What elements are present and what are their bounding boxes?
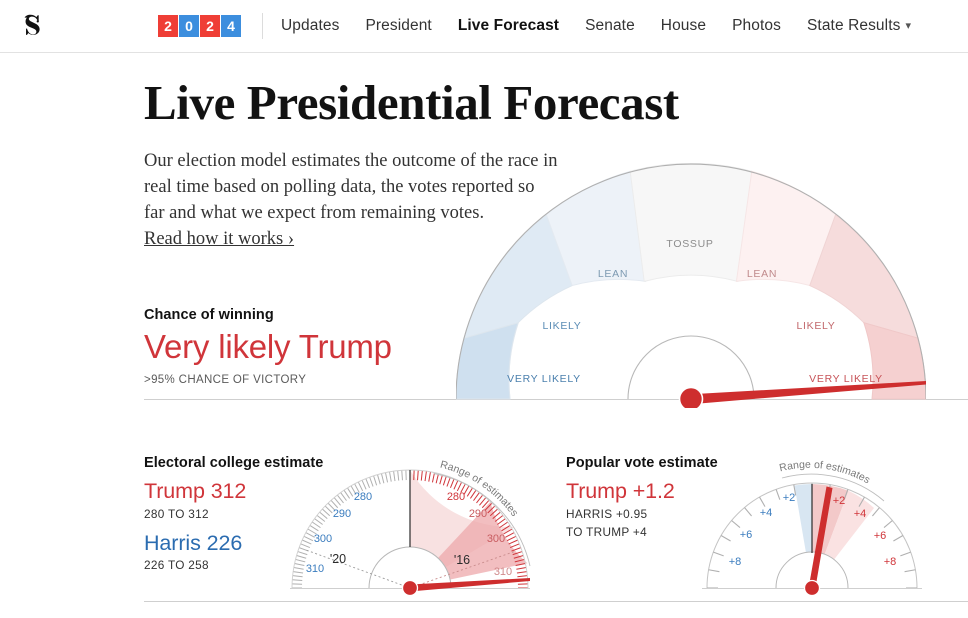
tick-mark: [292, 575, 303, 578]
tick-mark: [309, 525, 319, 532]
tick-mark: [713, 551, 724, 557]
segment-label-rep-likely: LIKELY: [796, 320, 835, 332]
chance-label: Chance of winning: [144, 307, 274, 323]
popular-vote-leader: Trump +1.2: [566, 479, 675, 503]
tick-mark: [311, 521, 321, 529]
top-navbar: 2 0 2 4 Updates President Live Forecast …: [0, 0, 968, 53]
nav-item-photos[interactable]: Photos: [732, 17, 781, 35]
year-badge-digit: 0: [179, 15, 199, 37]
pv-inner-arc: [775, 551, 849, 589]
popular-vote-range-line2: TO TRUMP +4: [566, 524, 647, 539]
divider-bottom: [144, 601, 968, 602]
estimates-row: Electoral college estimate Trump 312 280…: [144, 455, 968, 601]
nav-item-updates[interactable]: Updates: [281, 17, 339, 35]
popular-vote-title: Popular vote estimate: [566, 455, 718, 471]
ec-needle-pivot: [401, 579, 419, 597]
page-title: Live Presidential Forecast: [144, 75, 679, 130]
tick-mark: [708, 569, 720, 573]
electoral-trailer-range: 226 TO 258: [144, 558, 209, 573]
chance-of-winning-block: Chance of winning Very likely Trump >95%…: [144, 307, 564, 386]
tick-mark: [904, 569, 916, 573]
nav-item-state-results[interactable]: State Results ▾: [807, 17, 911, 35]
nav-item-president[interactable]: President: [365, 17, 431, 35]
chevron-down-icon: ▾: [905, 20, 912, 32]
pv-tick-label-rep: +8: [884, 556, 897, 568]
nav-item-live-forecast[interactable]: Live Forecast: [458, 17, 559, 35]
popular-vote-range-line1: HARRIS +0.95: [566, 506, 648, 521]
nyt-logo-icon[interactable]: [14, 6, 54, 46]
read-how-it-works-link[interactable]: Read how it works ›: [144, 226, 294, 252]
electoral-college-title: Electoral college estimate: [144, 455, 324, 471]
tick-mark: [292, 579, 303, 581]
year-badge-digit: 4: [221, 15, 241, 37]
ec-needle-wedge: [410, 578, 530, 592]
segment-label-rep-very-likely: VERY LIKELY: [809, 373, 883, 385]
electoral-college-dial: 280 290 300 310 280 290 300 310 '20 '16 …: [290, 459, 531, 597]
electoral-leader: Trump 312: [144, 479, 247, 503]
tick-mark: [517, 575, 528, 578]
popular-vote-panel: Popular vote estimate Trump +1.2 HARRIS …: [566, 455, 968, 597]
segment-label-dem-lean: LEAN: [598, 268, 628, 280]
dial-inner-arc: [627, 335, 755, 400]
segment-tossup: [629, 163, 753, 283]
nav-item-house[interactable]: House: [661, 17, 706, 35]
tick-mark: [417, 470, 419, 481]
electoral-leader-range: 280 TO 312: [144, 506, 209, 521]
year-badge-2024[interactable]: 2 0 2 4: [158, 15, 242, 37]
tick-mark: [517, 579, 528, 581]
nav-divider: [262, 13, 263, 39]
pv-tick-label-dem: +8: [729, 556, 742, 568]
segment-label-tossup: TOSSUP: [666, 238, 713, 250]
year-badge-digit: 2: [158, 15, 178, 37]
nav-item-state-results-label: State Results: [806, 17, 901, 34]
tick-mark: [401, 470, 403, 481]
year-badge-digit: 2: [200, 15, 220, 37]
segment-label-rep-lean: LEAN: [747, 268, 777, 280]
pv-needle-pivot: [803, 579, 821, 597]
electoral-college-panel: Electoral college estimate Trump 312 280…: [144, 455, 568, 597]
nav-links: Updates President Live Forecast Senate H…: [281, 17, 911, 35]
tick-mark: [499, 521, 509, 529]
tick-mark: [900, 551, 911, 557]
nav-item-senate[interactable]: Senate: [585, 17, 635, 35]
chance-subtext: >95% CHANCE OF VICTORY: [144, 373, 307, 386]
chance-value: Very likely Trump: [144, 328, 392, 365]
electoral-trailer: Harris 226: [144, 530, 243, 555]
tick-mark: [501, 525, 511, 532]
